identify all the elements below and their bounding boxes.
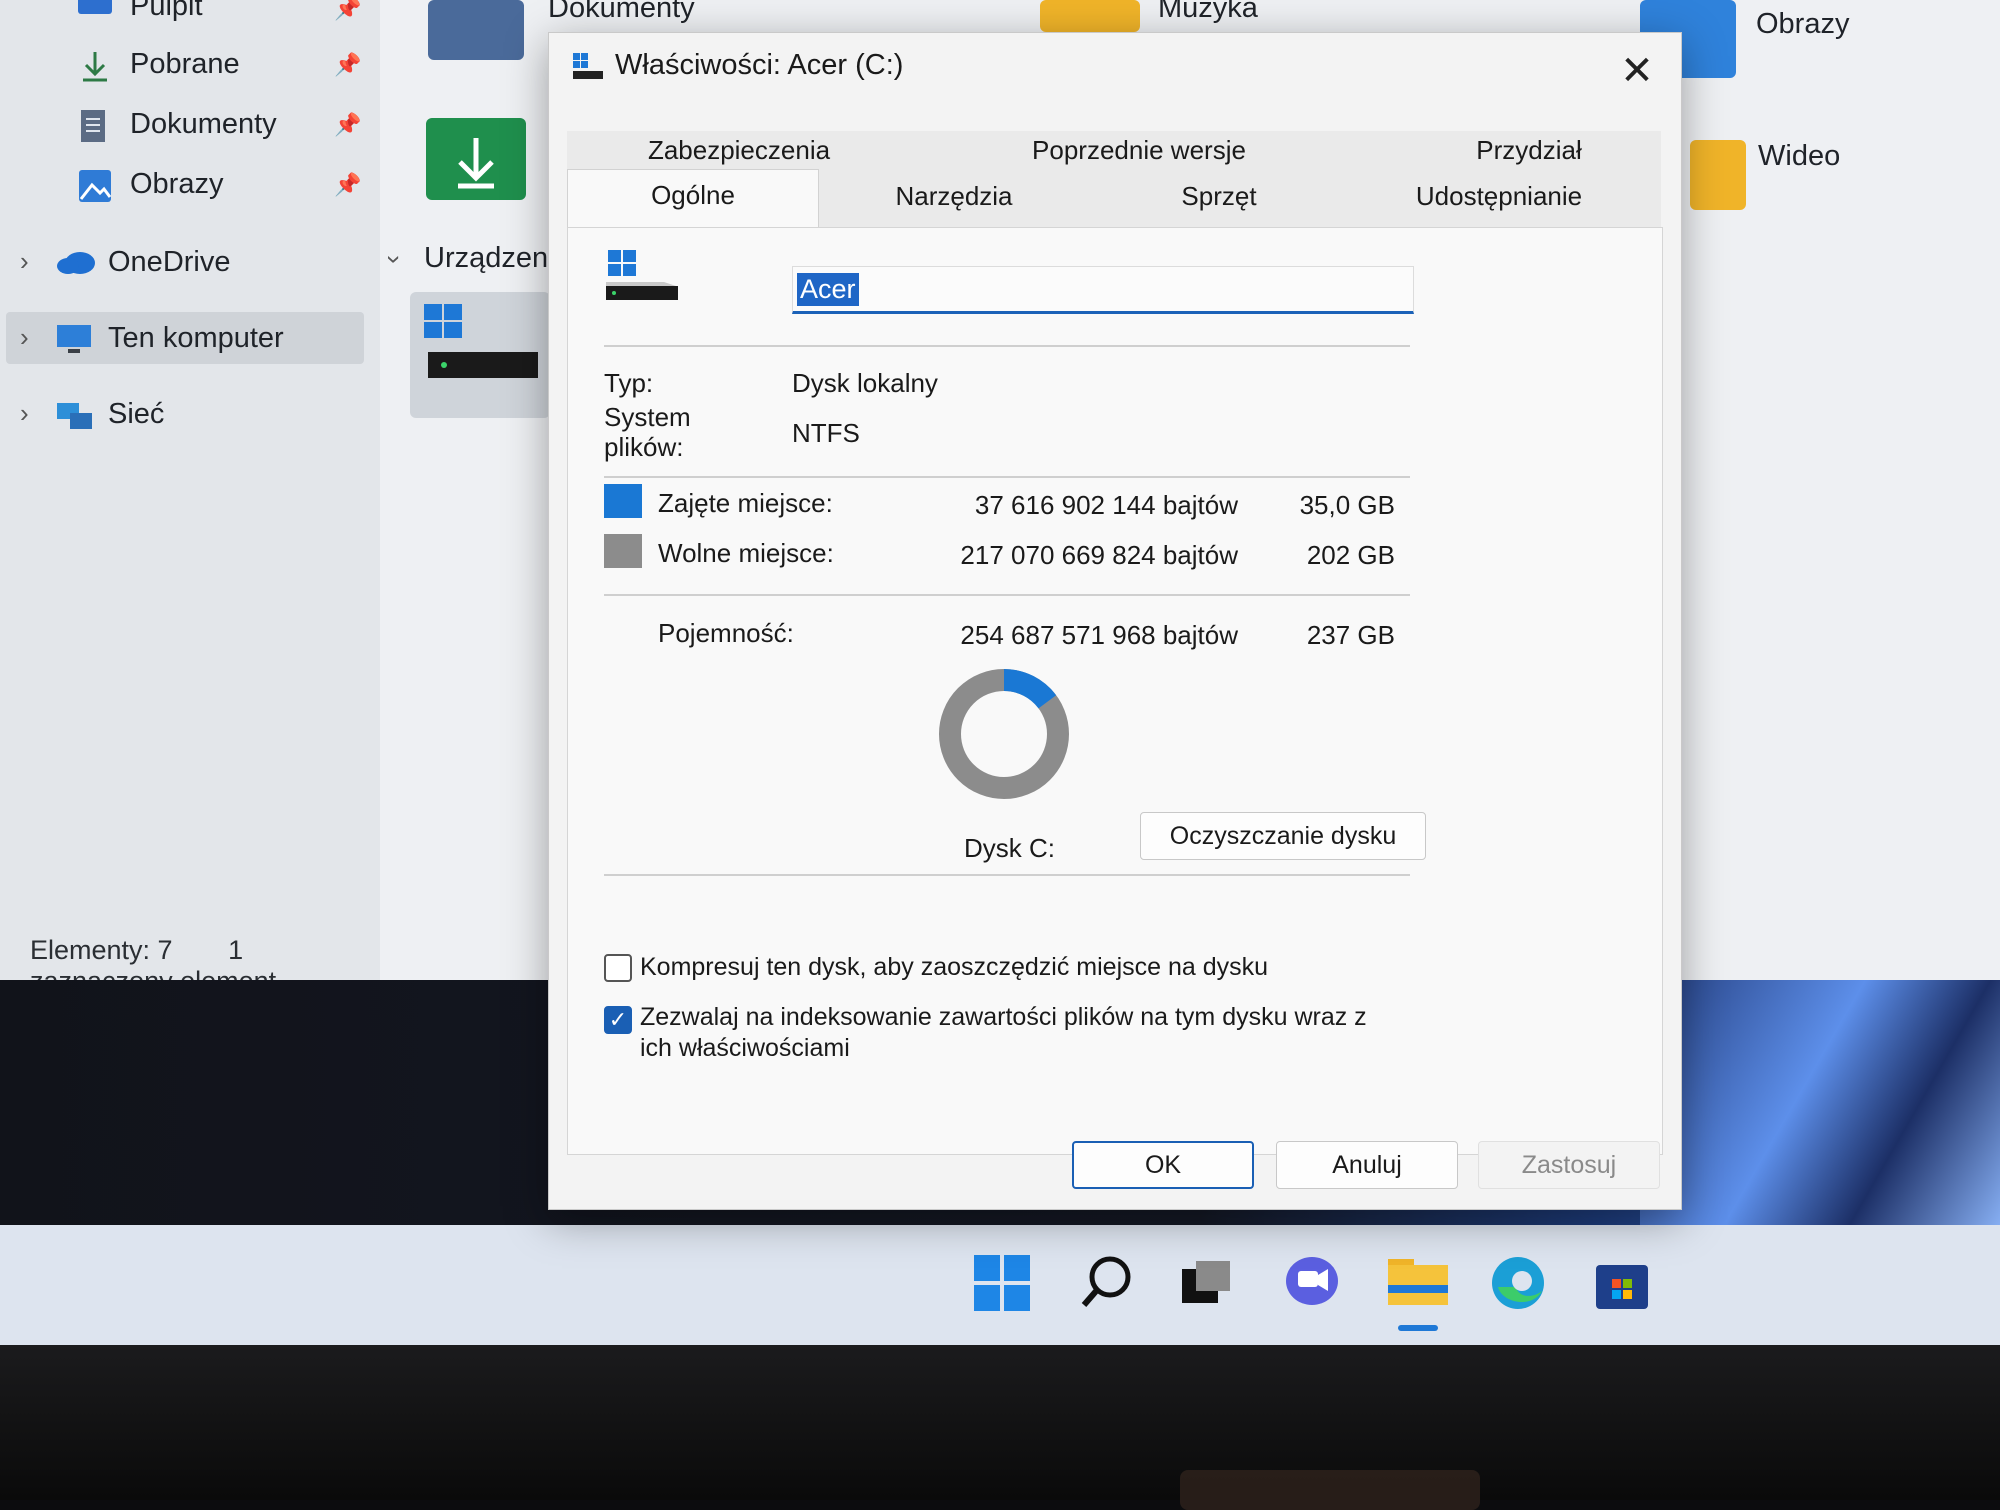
ok-button[interactable]: OK: [1072, 1141, 1254, 1189]
dialog-title: Właściwości: Acer (C:): [615, 49, 904, 81]
divider: [604, 874, 1410, 876]
edge-icon[interactable]: [1488, 1253, 1548, 1313]
file-explorer-icon[interactable]: [1386, 1249, 1450, 1313]
capacity-bytes: 254 687 571 968 bajtów: [960, 620, 1238, 650]
pin-icon[interactable]: 📌: [334, 52, 361, 77]
used-space-label: Zajęte miejsce:: [658, 488, 833, 518]
downloads-folder-icon[interactable]: [426, 118, 526, 200]
folder-label-obrazy[interactable]: Obrazy: [1756, 8, 1849, 41]
index-checkbox[interactable]: ✓: [604, 1006, 632, 1034]
chevron-down-icon[interactable]: ›: [379, 255, 410, 264]
store-icon[interactable]: [1592, 1253, 1652, 1313]
sidebar-item-label: Dokumenty: [130, 108, 277, 140]
folder-label-wideo[interactable]: Wideo: [1758, 140, 1840, 173]
cloud-icon: [56, 247, 95, 279]
filesystem-value: NTFS: [792, 418, 860, 448]
tab-narzedzia[interactable]: Narzędzia: [829, 181, 1079, 225]
items-count: Elementy: 7: [30, 935, 173, 965]
download-arrow-icon: [78, 49, 112, 81]
filesystem-label-line1: System: [604, 402, 691, 432]
free-space-label: Wolne miejsce:: [658, 538, 834, 568]
sidebar-item-label: Obrazy: [130, 168, 224, 200]
type-value: Dysk lokalny: [792, 368, 938, 398]
capacity-label: Pojemność:: [658, 618, 794, 648]
drive-c-tile[interactable]: [410, 292, 550, 418]
disk-usage-donut: [939, 669, 1069, 799]
capacity-size: 237 GB: [1306, 620, 1395, 650]
documents-folder-icon[interactable]: [428, 0, 524, 60]
sidebar-item-onedrive[interactable]: OneDrive: [56, 246, 231, 279]
pin-icon[interactable]: 📌: [334, 112, 361, 137]
type-label: Typ:: [604, 368, 654, 398]
filesystem-label-line2: plików:: [604, 432, 684, 462]
pin-icon[interactable]: 📌: [334, 0, 361, 21]
section-header-devices[interactable]: Urządzeni: [424, 242, 555, 275]
sidebar-item-pobrane[interactable]: Pobrane: [78, 48, 240, 81]
computer-monitor-icon: [56, 323, 91, 355]
sidebar-item-dokumenty[interactable]: Dokumenty: [78, 108, 277, 142]
chevron-right-icon[interactable]: ›: [20, 246, 29, 277]
music-folder-icon[interactable]: [1040, 0, 1140, 32]
tab-poprzednie-wersje[interactable]: Poprzednie wersje: [949, 135, 1329, 179]
free-space-size: 202 GB: [1306, 540, 1395, 570]
video-folder-icon[interactable]: [1690, 140, 1746, 210]
dialog-titlebar[interactable]: Właściwości: Acer (C:) ✕: [549, 33, 1681, 107]
free-space-swatch: [604, 534, 642, 568]
sidebar-item-label: Ten komputer: [108, 322, 284, 354]
active-app-indicator: [1398, 1325, 1438, 1331]
wallpaper-bloom: [1640, 980, 2000, 1225]
sidebar-item-label: Pobrane: [130, 48, 240, 80]
disk-cleanup-button[interactable]: Oczyszczanie dysku: [1140, 812, 1426, 860]
drive-icon: [604, 248, 684, 308]
chevron-right-icon[interactable]: ›: [20, 398, 29, 429]
tab-sprzet[interactable]: Sprzęt: [1109, 181, 1329, 225]
laptop-logo: [1180, 1470, 1480, 1510]
network-icon: [56, 399, 92, 431]
free-space-bytes: 217 070 669 824 bajtów: [960, 540, 1238, 570]
taskbar: [0, 1225, 2000, 1345]
drive-name-input[interactable]: Acer: [792, 266, 1414, 314]
sidebar-item-obrazy[interactable]: Obrazy: [78, 168, 224, 202]
index-checkbox-label-line1[interactable]: Zezwalaj na indeksowanie zawartości plik…: [640, 1002, 1367, 1033]
task-view-icon[interactable]: [1176, 1253, 1236, 1313]
used-space-swatch: [604, 484, 642, 518]
divider: [604, 594, 1410, 596]
drive-title-icon: [571, 51, 605, 81]
tab-przydzial[interactable]: Przydział: [1399, 135, 1659, 179]
folder-label-muzyka[interactable]: Muzyka: [1158, 0, 1258, 25]
sidebar-item-pulpit[interactable]: Pulpit: [78, 0, 203, 23]
apply-button[interactable]: Zastosuj: [1478, 1141, 1660, 1189]
used-space-size: 35,0 GB: [1299, 490, 1395, 520]
drive-name-text: Acer: [797, 272, 859, 306]
desktop-folder-icon: [78, 0, 112, 14]
chat-icon[interactable]: [1282, 1253, 1342, 1313]
close-button[interactable]: ✕: [1611, 45, 1663, 97]
search-icon[interactable]: [1076, 1253, 1136, 1313]
pin-icon[interactable]: 📌: [334, 172, 361, 197]
disk-label: Dysk C:: [964, 833, 1055, 863]
laptop-bezel: [0, 1345, 2000, 1510]
sidebar-item-siec[interactable]: Sieć: [56, 398, 164, 431]
chevron-right-icon[interactable]: ›: [20, 322, 29, 353]
tab-ogolne[interactable]: Ogólne: [567, 169, 819, 228]
windows-start-icon[interactable]: [972, 1253, 1032, 1313]
sidebar-item-label: Sieć: [108, 398, 165, 430]
sidebar-item-label: Pulpit: [130, 0, 203, 22]
divider: [604, 476, 1410, 478]
document-icon: [78, 109, 112, 142]
pictures-icon: [78, 169, 112, 202]
used-space-bytes: 37 616 902 144 bajtów: [974, 490, 1238, 520]
folder-label-dokumenty[interactable]: Dokumenty: [548, 0, 695, 25]
index-checkbox-label-line2[interactable]: ich właściwościami: [640, 1033, 850, 1064]
navigation-pane: Pulpit 📌 Pobrane 📌 Dokumenty 📌 Obrazy 📌 …: [0, 0, 380, 996]
sidebar-item-ten-komputer[interactable]: Ten komputer: [56, 322, 284, 355]
compress-checkbox[interactable]: [604, 954, 632, 982]
divider: [604, 345, 1410, 347]
drive-c-icon: [424, 304, 538, 378]
tab-udostepnianie[interactable]: Udostępnianie: [1349, 181, 1649, 225]
compress-checkbox-label[interactable]: Kompresuj ten dysk, aby zaoszczędzić mie…: [640, 952, 1268, 983]
cancel-button[interactable]: Anuluj: [1276, 1141, 1458, 1189]
sidebar-item-label: OneDrive: [108, 246, 231, 278]
